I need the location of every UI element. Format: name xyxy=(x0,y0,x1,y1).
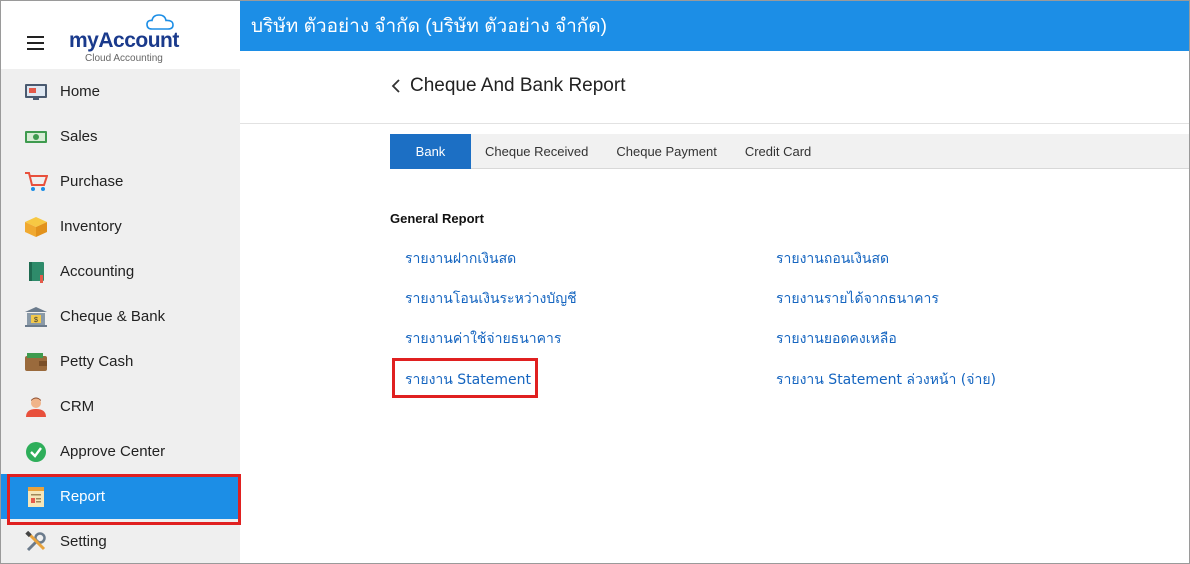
sidebar: myAccount Cloud Accounting Home Sales Pu… xyxy=(1,1,241,564)
sidebar-item-setting[interactable]: Setting xyxy=(1,519,240,564)
monitor-icon xyxy=(24,80,48,104)
sidebar-item-label: Accounting xyxy=(60,263,135,280)
report-icon xyxy=(24,485,48,509)
report-link-advance-statement[interactable]: รายงาน Statement ล่วงหน้า (จ่าย) xyxy=(776,369,996,391)
report-tabs: Bank Cheque Received Cheque Payment Cred… xyxy=(390,134,1189,169)
sidebar-item-label: Inventory xyxy=(60,218,122,235)
tab-bank[interactable]: Bank xyxy=(390,134,471,169)
section-title: General Report xyxy=(390,211,484,226)
person-icon xyxy=(24,395,48,419)
tab-cheque-payment[interactable]: Cheque Payment xyxy=(602,134,730,169)
sidebar-item-label: Petty Cash xyxy=(60,353,134,370)
sidebar-item-label: Setting xyxy=(60,533,107,550)
sidebar-item-cheque-bank[interactable]: $ Cheque & Bank xyxy=(1,294,240,339)
page-title: Cheque And Bank Report xyxy=(410,75,626,96)
sidebar-item-label: Approve Center xyxy=(60,443,166,460)
sidebar-item-label: Sales xyxy=(60,128,98,145)
sidebar-item-label: Cheque & Bank xyxy=(60,308,166,325)
tab-cheque-received[interactable]: Cheque Received xyxy=(471,134,602,169)
sidebar-header: myAccount Cloud Accounting xyxy=(1,1,240,69)
report-link-balance[interactable]: รายงานยอดคงเหลือ xyxy=(776,328,897,350)
page-header: Cheque And Bank Report xyxy=(240,51,1189,124)
report-link-cash-deposit[interactable]: รายงานฝากเงินสด xyxy=(405,248,516,270)
sidebar-item-crm[interactable]: CRM xyxy=(1,384,240,429)
report-link-bank-income[interactable]: รายงานรายได้จากธนาคาร xyxy=(776,288,939,310)
sidebar-item-accounting[interactable]: Accounting xyxy=(1,249,240,294)
sidebar-item-inventory[interactable]: Inventory xyxy=(1,204,240,249)
sidebar-item-label: Report xyxy=(60,488,106,505)
wallet-icon xyxy=(24,350,48,374)
logo-subtitle: Cloud Accounting xyxy=(85,53,163,64)
report-link-cash-withdrawal[interactable]: รายงานถอนเงินสด xyxy=(776,248,889,270)
book-icon xyxy=(24,260,48,284)
app-logo[interactable]: myAccount Cloud Accounting xyxy=(69,13,189,65)
chevron-left-icon[interactable] xyxy=(390,78,404,94)
company-header: บริษัท ตัวอย่าง จำกัด (บริษัท ตัวอย่าง จ… xyxy=(240,1,1189,51)
sidebar-item-petty-cash[interactable]: Petty Cash xyxy=(1,339,240,384)
company-name[interactable]: บริษัท ตัวอย่าง จำกัด (บริษัท ตัวอย่าง จ… xyxy=(251,11,607,41)
cart-icon xyxy=(24,170,48,194)
sidebar-item-purchase[interactable]: Purchase xyxy=(1,159,240,204)
report-link-bank-expense[interactable]: รายงานค่าใช้จ่ายธนาคาร xyxy=(405,328,561,350)
sidebar-item-label: CRM xyxy=(60,398,95,415)
svg-text:$: $ xyxy=(34,317,38,324)
box-icon xyxy=(24,215,48,239)
sidebar-nav: Home Sales Purchase Inventory Accounting xyxy=(1,69,241,564)
sidebar-item-label: Home xyxy=(60,83,101,100)
hamburger-menu-icon[interactable] xyxy=(27,36,44,50)
tab-credit-card[interactable]: Credit Card xyxy=(731,134,825,169)
sidebar-item-home[interactable]: Home xyxy=(1,69,240,114)
sidebar-item-sales[interactable]: Sales xyxy=(1,114,240,159)
sidebar-item-approve-center[interactable]: Approve Center xyxy=(1,429,240,474)
report-link-statement[interactable]: รายงาน Statement xyxy=(405,369,531,391)
cash-icon xyxy=(24,125,48,149)
check-circle-icon xyxy=(24,440,48,464)
bank-icon: $ xyxy=(24,305,48,329)
sidebar-item-label: Purchase xyxy=(60,173,124,190)
wrench-icon xyxy=(24,530,48,554)
sidebar-item-report[interactable]: Report xyxy=(1,474,241,525)
logo-text: myAccount xyxy=(69,29,179,52)
report-link-account-transfer[interactable]: รายงานโอนเงินระหว่างบัญชี xyxy=(405,288,577,310)
